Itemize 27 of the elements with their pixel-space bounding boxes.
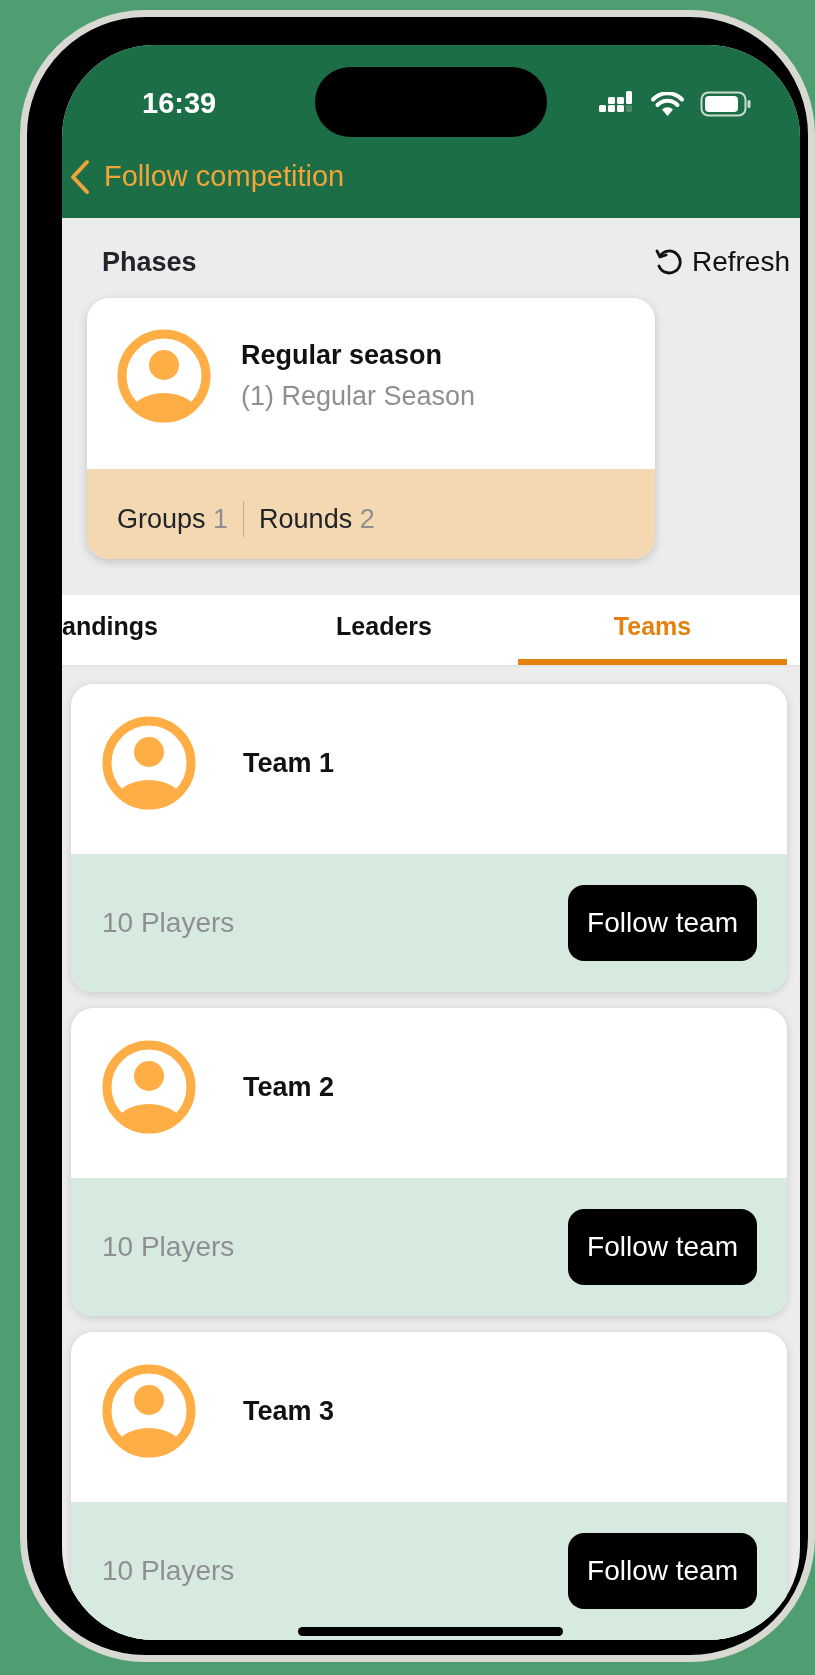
- phase-name: Regular season: [241, 339, 444, 373]
- chevron-left-icon: [70, 158, 90, 195]
- tab[interactable]: andings: [62, 594, 250, 665]
- wifi-icon: [651, 92, 684, 116]
- refresh-button[interactable]: Refresh: [653, 241, 790, 284]
- status-time: 16:39: [142, 86, 217, 122]
- avatar-icon: [102, 1364, 196, 1458]
- follow-team-button[interactable]: Follow team: [568, 885, 757, 961]
- follow-team-button[interactable]: Follow team: [568, 1209, 757, 1285]
- phase-stat: Rounds 2: [259, 502, 375, 536]
- team-name: Team 3: [243, 1394, 335, 1428]
- team-name: Team 1: [243, 746, 335, 780]
- home-indicator[interactable]: [298, 1627, 563, 1636]
- follow-team-button[interactable]: Follow team: [568, 1533, 757, 1609]
- avatar-icon: [102, 1040, 196, 1134]
- phase-card[interactable]: Regular season (1) Regular Season Groups 1 Rounds 2: [87, 298, 655, 559]
- phase-subtitle: (1) Regular Season: [241, 380, 476, 413]
- battery-icon: [700, 91, 752, 117]
- tab[interactable]: Leaders: [250, 594, 518, 665]
- player-count: 10 Players: [102, 906, 235, 940]
- phase-stat: Groups 1: [117, 502, 229, 536]
- team-name: Team 2: [243, 1070, 335, 1104]
- player-count: 10 Players: [102, 1230, 235, 1264]
- section-title: Phases: [102, 246, 197, 280]
- player-count: 10 Players: [102, 1554, 235, 1588]
- avatar-icon: [117, 329, 211, 423]
- avatar-icon: [102, 716, 196, 810]
